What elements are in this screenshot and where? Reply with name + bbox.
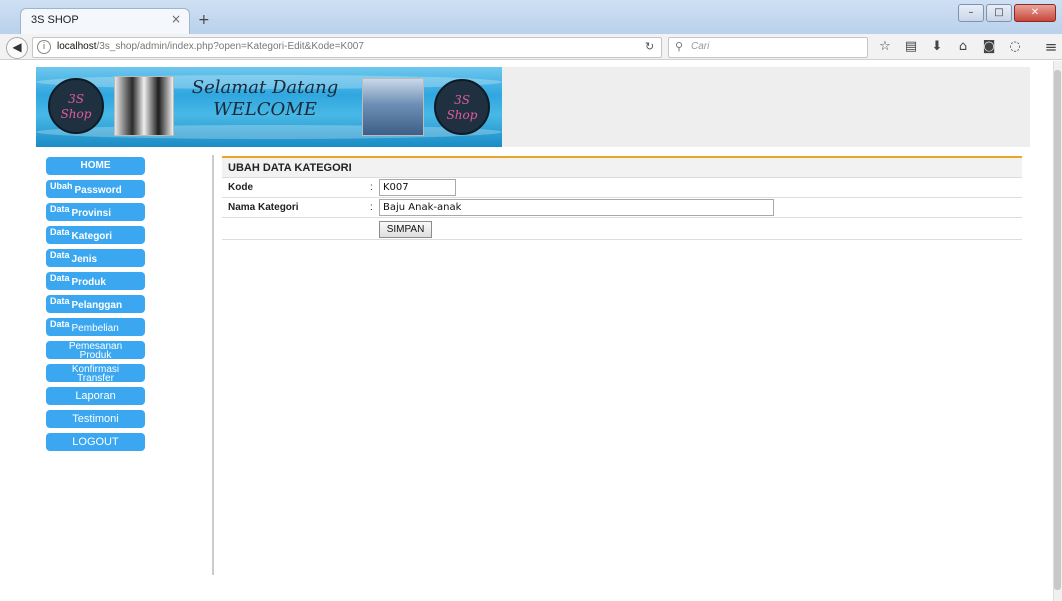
banner-greeting: Selamat Datang WELCOME: [190, 77, 340, 121]
greeting-text: Selamat Datang: [191, 77, 339, 98]
site-info-icon[interactable]: i: [37, 40, 51, 54]
tab-close-icon[interactable]: ×: [171, 12, 181, 26]
logo-text-3s: 3S: [454, 93, 470, 107]
sidebar-item-prefix: Data: [50, 227, 70, 237]
colon-separator: :: [370, 182, 373, 193]
sidebar-item-data-provinsi[interactable]: Data Provinsi: [46, 203, 145, 221]
edit-category-form: UBAH DATA KATEGORI Kode : Nama Kategori …: [222, 156, 1022, 240]
url-host: localhost: [57, 41, 97, 52]
search-placeholder: Cari: [691, 41, 710, 52]
minimize-icon[interactable]: –: [958, 4, 984, 22]
product-photo-dresses: [114, 76, 174, 136]
sidebar-item-prefix: Data: [50, 273, 70, 283]
search-input[interactable]: ⚲ Cari: [668, 37, 868, 58]
kode-label: Kode: [228, 182, 253, 193]
sidebar-item-label: Pelanggan: [71, 300, 123, 311]
shop-logo: 3S Shop: [48, 78, 104, 134]
sidebar-item-logout[interactable]: LOGOUT: [46, 433, 145, 451]
sidebar-item-prefix: Ubah: [50, 181, 73, 191]
colon-separator: :: [370, 202, 373, 213]
welcome-text: WELCOME: [213, 99, 317, 120]
sidebar-item-line2: Produk: [79, 350, 112, 361]
page-content: 3S Shop Selamat Datang WELCOME 3S Shop H…: [0, 61, 1052, 601]
home-icon[interactable]: ⌂: [952, 36, 974, 58]
product-photo-shirt: [362, 78, 424, 136]
address-bar[interactable]: i localhost/3s_shop/admin/index.php?open…: [32, 37, 662, 58]
reading-list-icon[interactable]: ▤: [900, 36, 922, 58]
sidebar-item-konfirmasi-transfer[interactable]: Konfirmasi Transfer: [46, 364, 145, 384]
new-tab-icon[interactable]: +: [198, 12, 210, 28]
logo-text-3s: 3S: [68, 92, 84, 106]
toolbar-icons: ☆ ▤ ⬇ ⌂ ◙ ◌: [874, 36, 1026, 58]
browser-tab[interactable]: 3S SHOP ×: [20, 8, 190, 34]
sidebar-item-line2: Transfer: [77, 373, 114, 384]
sidebar-item-data-pelanggan[interactable]: Data Pelanggan: [46, 295, 145, 313]
tab-title: 3S SHOP: [31, 14, 79, 26]
sidebar-item-pemesanan-produk[interactable]: Pemesanan Produk: [46, 341, 145, 361]
nama-kategori-field[interactable]: [379, 199, 774, 216]
sidebar-item-laporan[interactable]: Laporan: [46, 387, 145, 405]
admin-sidebar: HOME Ubah Password Data Provinsi Data Kateg…: [46, 157, 146, 456]
form-row-actions: SIMPAN: [222, 218, 1022, 240]
sidebar-item-label: Pembelian: [71, 323, 119, 334]
logo-text-shop: Shop: [60, 107, 92, 121]
site-banner: 3S Shop Selamat Datang WELCOME 3S Shop: [36, 67, 502, 147]
sidebar-item-label: Produk: [71, 277, 106, 288]
banner-wave: [36, 125, 502, 139]
form-row-kode: Kode :: [222, 178, 1022, 198]
sidebar-item-label: Password: [74, 185, 122, 196]
sidebar-item-ubah-password[interactable]: Ubah Password: [46, 180, 145, 198]
nama-kategori-label: Nama Kategori: [228, 202, 299, 213]
back-arrow-icon[interactable]: ◀: [6, 37, 28, 59]
download-icon[interactable]: ⬇: [926, 36, 948, 58]
sidebar-item-data-pembelian[interactable]: Data Pembelian: [46, 318, 145, 336]
extension-icon[interactable]: ◌: [1004, 36, 1026, 58]
sidebar-item-label: Kategori: [71, 231, 113, 242]
sidebar-item-data-jenis[interactable]: Data Jenis: [46, 249, 145, 267]
url-text: localhost/3s_shop/admin/index.php?open=K…: [57, 41, 364, 52]
sidebar-item-data-kategori[interactable]: Data Kategori: [46, 226, 145, 244]
form-row-nama-kategori: Nama Kategori :: [222, 198, 1022, 218]
vertical-divider: [212, 155, 214, 575]
close-window-icon[interactable]: ✕: [1014, 4, 1056, 22]
reload-icon[interactable]: ↻: [645, 40, 654, 53]
sidebar-item-label: Provinsi: [71, 208, 111, 219]
sidebar-item-testimoni[interactable]: Testimoni: [46, 410, 145, 428]
scrollbar-thumb[interactable]: [1054, 70, 1061, 590]
shop-logo: 3S Shop: [434, 79, 490, 135]
sidebar-item-prefix: Data: [50, 250, 70, 260]
maximize-icon[interactable]: □: [986, 4, 1012, 22]
sidebar-item-prefix: Data: [50, 204, 70, 214]
logo-text-shop: Shop: [446, 108, 478, 122]
url-path: /3s_shop/admin/index.php?open=Kategori-E…: [96, 41, 364, 52]
window-controls: – □ ✕: [958, 4, 1056, 22]
bookmark-star-icon[interactable]: ☆: [874, 36, 896, 58]
sidebar-item-prefix: Data: [50, 296, 70, 306]
sidebar-item-data-produk[interactable]: Data Produk: [46, 272, 145, 290]
form-title: UBAH DATA KATEGORI: [222, 158, 1022, 178]
save-button[interactable]: SIMPAN: [379, 221, 432, 238]
menu-icon[interactable]: ≡: [1042, 36, 1060, 58]
search-icon: ⚲: [675, 40, 684, 53]
kode-field[interactable]: [379, 179, 456, 196]
browser-titlebar: 3S SHOP × + – □ ✕: [0, 0, 1062, 34]
sidebar-item-home[interactable]: HOME: [46, 157, 145, 175]
sidebar-item-prefix: Data: [50, 319, 70, 329]
sidebar-item-label: Jenis: [71, 254, 98, 265]
pocket-icon[interactable]: ◙: [978, 36, 1000, 58]
